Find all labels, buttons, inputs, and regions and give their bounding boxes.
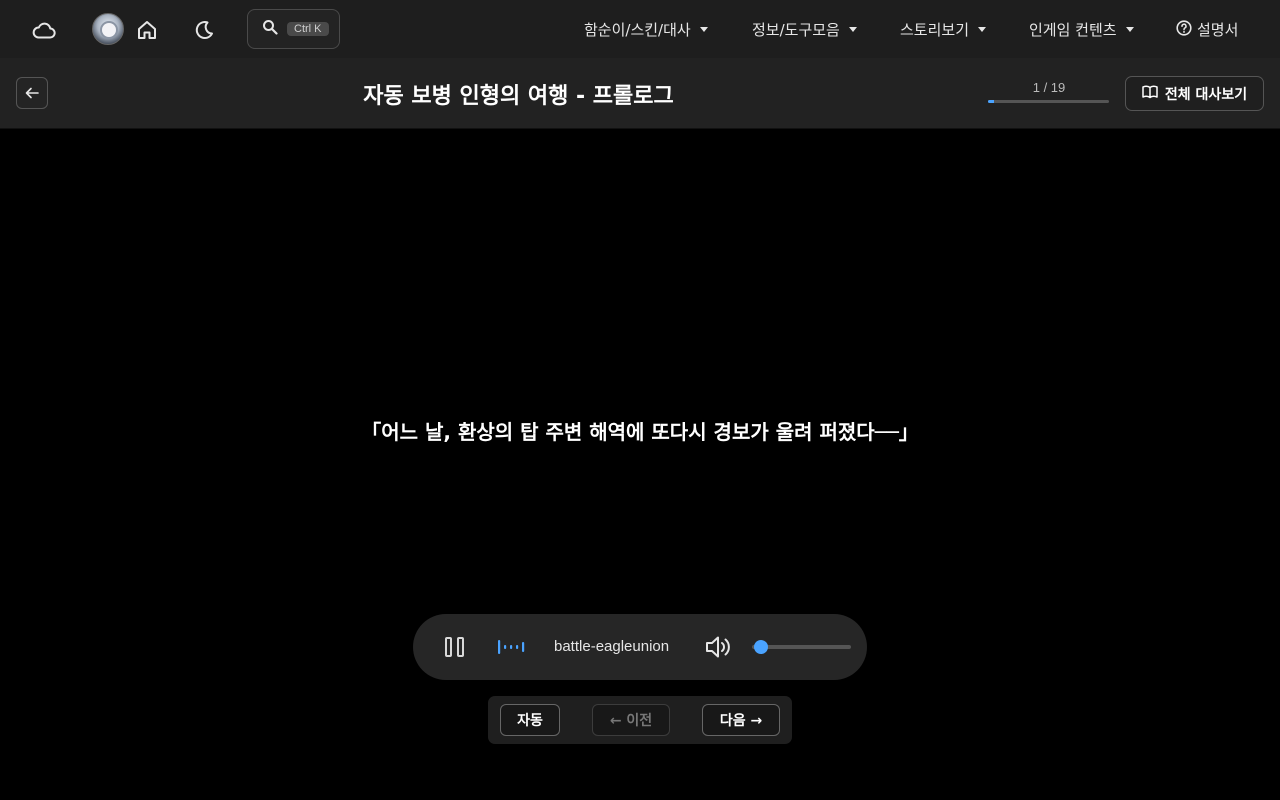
cloud-icon[interactable] bbox=[28, 14, 60, 46]
menu-skins[interactable]: 함순이/스킨/대사 bbox=[584, 19, 708, 40]
progress-bar bbox=[988, 100, 1109, 103]
volume-slider-thumb[interactable] bbox=[753, 640, 768, 654]
help-label: 설명서 bbox=[1197, 21, 1239, 39]
progress-counter: 1 / 19 bbox=[1032, 80, 1066, 95]
volume-icon[interactable] bbox=[704, 634, 732, 660]
search-shortcut: Ctrl K bbox=[287, 22, 329, 36]
chevron-down-icon bbox=[978, 27, 987, 32]
chevron-down-icon bbox=[1125, 27, 1134, 32]
book-icon bbox=[1142, 85, 1158, 103]
menu-tools-label: 정보/도구모음 bbox=[752, 21, 840, 39]
pause-icon bbox=[444, 637, 452, 657]
top-navbar: Ctrl K 함순이/스킨/대사 정보/도구모음 스토리보기 인게임 컨텐츠 설… bbox=[0, 0, 1280, 58]
pause-icon-bar bbox=[456, 637, 464, 657]
page-title: 자동 보병 인형의 여행 - 프롤로그 bbox=[363, 84, 674, 109]
moon-icon[interactable] bbox=[188, 14, 220, 46]
volume-slider[interactable] bbox=[752, 640, 851, 654]
dialogue-text: 「어느 날, 환상의 탑 주변 해역에 또다시 경보가 울려 퍼졌다──」 bbox=[361, 420, 919, 444]
menu-ingame-label: 인게임 컨텐츠 bbox=[1029, 21, 1117, 39]
menu-story-label: 스토리보기 bbox=[900, 21, 970, 39]
search-icon bbox=[262, 19, 278, 39]
story-header: 자동 보병 인형의 여행 - 프롤로그 1 / 19 전체 대사보기 bbox=[0, 58, 1280, 129]
menu-story[interactable]: 스토리보기 bbox=[900, 19, 987, 40]
full-dialogue-label: 전체 대사보기 bbox=[1164, 86, 1248, 103]
help-icon bbox=[1176, 19, 1192, 40]
back-button[interactable] bbox=[16, 77, 48, 109]
auto-button[interactable]: 자동 bbox=[500, 704, 560, 736]
menu-tools[interactable]: 정보/도구모음 bbox=[752, 19, 857, 40]
chevron-down-icon bbox=[848, 27, 857, 32]
arrow-left-icon bbox=[25, 84, 39, 103]
full-dialogue-button[interactable]: 전체 대사보기 bbox=[1125, 76, 1264, 111]
prev-button[interactable]: ← 이전 bbox=[592, 704, 670, 736]
audio-wave-icon bbox=[497, 637, 527, 657]
next-button[interactable]: 다음 → bbox=[702, 704, 780, 736]
search-button[interactable]: Ctrl K bbox=[247, 9, 340, 49]
story-progress: 1 / 19 bbox=[988, 80, 1110, 103]
menu-ingame[interactable]: 인게임 컨텐츠 bbox=[1029, 19, 1134, 40]
avatar[interactable] bbox=[92, 13, 124, 45]
chevron-down-icon bbox=[699, 27, 708, 32]
track-name: battle-eagleunion bbox=[554, 638, 670, 655]
help-link[interactable]: 설명서 bbox=[1176, 19, 1238, 40]
pause-button[interactable] bbox=[441, 634, 467, 660]
progress-bar-fill bbox=[988, 100, 995, 103]
home-icon[interactable] bbox=[131, 14, 163, 46]
menu-skins-label: 함순이/스킨/대사 bbox=[584, 21, 691, 39]
